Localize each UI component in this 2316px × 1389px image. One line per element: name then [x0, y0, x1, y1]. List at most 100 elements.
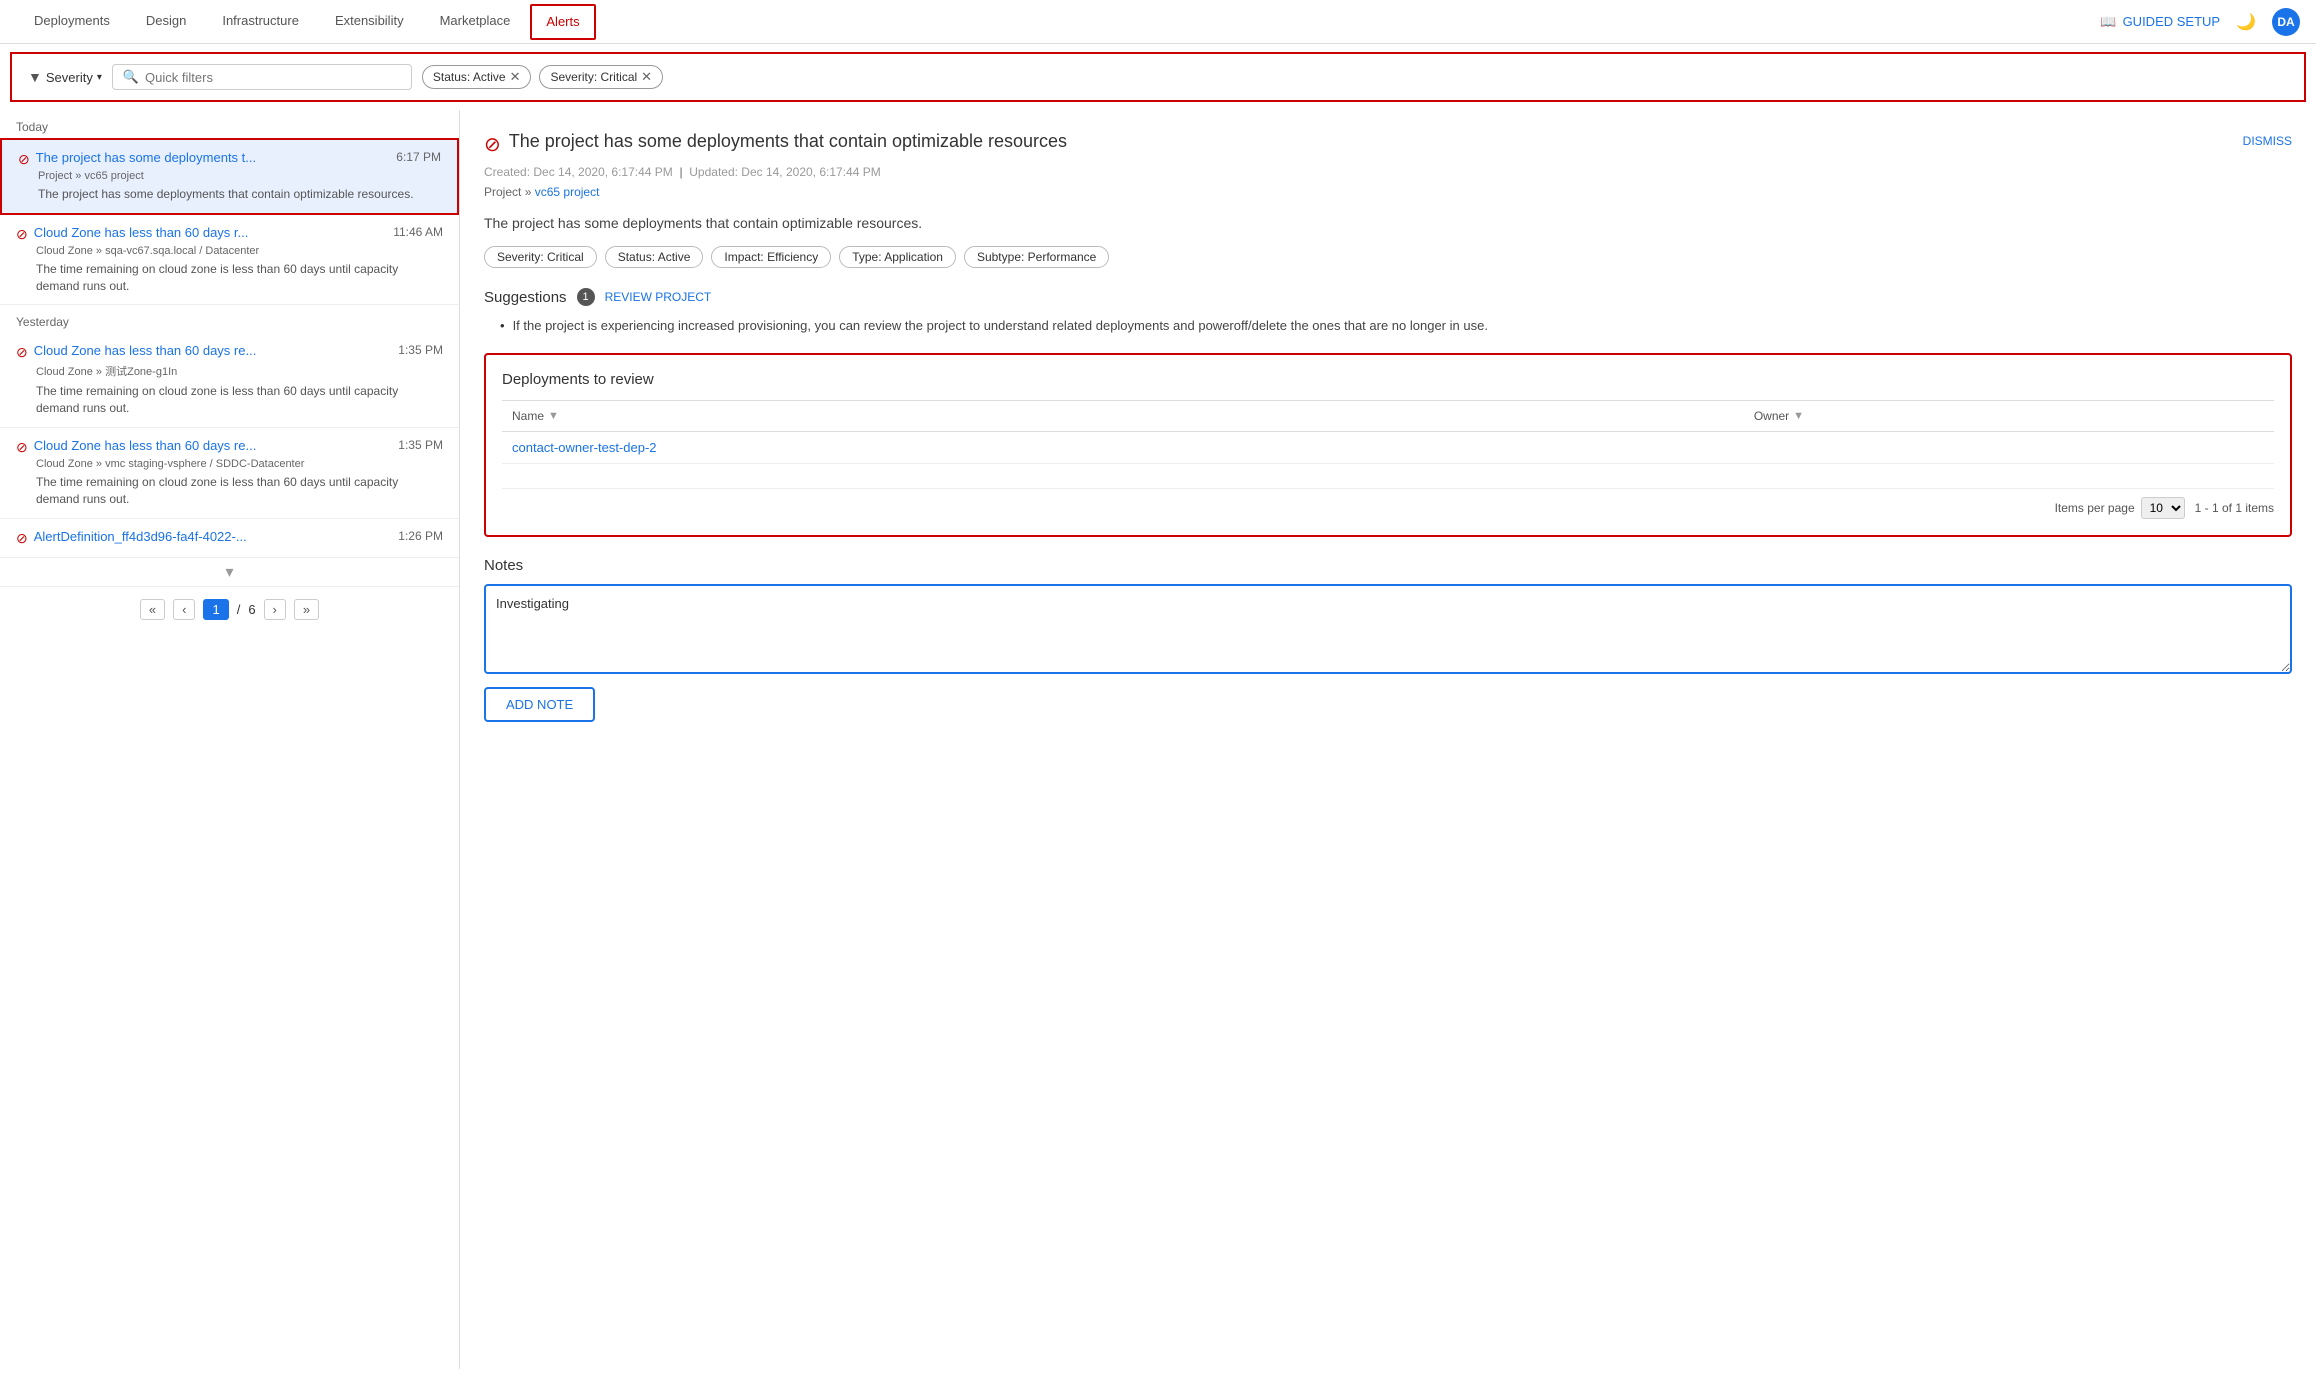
filter-bar: ▼ Severity ▾ 🔍 Status: Active ✕ Severity… — [10, 52, 2306, 102]
add-note-button[interactable]: ADD NOTE — [484, 687, 595, 722]
alert-breadcrumb-1: Project » vc65 project — [38, 170, 441, 182]
severity-filter[interactable]: ▼ Severity ▾ — [28, 69, 102, 85]
notes-textarea[interactable] — [484, 584, 2292, 674]
main-layout: Today ⊘ The project has some deployments… — [0, 110, 2316, 1369]
table-footer: Items per page 10 25 50 1 - 1 of 1 items — [502, 489, 2274, 519]
alert-item-today-1[interactable]: ⊘ The project has some deployments t... … — [0, 138, 459, 215]
alert-time-5: 1:26 PM — [398, 529, 443, 543]
nav-design[interactable]: Design — [128, 0, 204, 44]
tag-type: Type: Application — [839, 246, 956, 268]
review-project-button[interactable]: REVIEW PROJECT — [605, 290, 712, 304]
book-icon: 📖 — [2100, 14, 2116, 30]
alert-time-2: 11:46 AM — [393, 225, 443, 239]
deployment-name-cell: contact-owner-test-dep-2 — [502, 431, 1744, 463]
nav-deployments[interactable]: Deployments — [16, 0, 128, 44]
alert-body-2: The time remaining on cloud zone is less… — [36, 261, 443, 295]
table-row-empty — [502, 463, 2274, 488]
tag-subtype: Subtype: Performance — [964, 246, 1109, 268]
deployments-title: Deployments to review — [502, 371, 2274, 388]
nav-marketplace[interactable]: Marketplace — [422, 0, 529, 44]
suggestions-count: 1 — [577, 288, 595, 306]
deployments-section: Deployments to review Name ▼ Owner — [484, 353, 2292, 537]
filter-icon-owner[interactable]: ▼ — [1793, 410, 1804, 422]
nav-infrastructure[interactable]: Infrastructure — [204, 0, 317, 44]
alert-item-today-2[interactable]: ⊘ Cloud Zone has less than 60 days r... … — [0, 215, 459, 306]
name-column-header: Name ▼ — [502, 400, 1744, 431]
today-label: Today — [0, 110, 459, 138]
scroll-down-indicator: ▾ — [0, 558, 459, 586]
quick-filter-container[interactable]: 🔍 — [112, 64, 412, 90]
critical-icon-4: ⊘ — [16, 439, 28, 456]
per-page-select[interactable]: 10 25 50 — [2141, 497, 2185, 519]
detail-description: The project has some deployments that co… — [484, 213, 2292, 234]
nav-alerts[interactable]: Alerts — [530, 4, 595, 40]
critical-icon-2: ⊘ — [16, 226, 28, 243]
alert-detail-panel: ⊘ The project has some deployments that … — [460, 110, 2316, 1369]
guided-setup-link[interactable]: 📖 GUIDED SETUP — [2100, 14, 2220, 30]
chevron-down-icon: ▾ — [97, 72, 102, 83]
items-per-page: Items per page 10 25 50 — [2055, 497, 2185, 519]
nav-extensibility[interactable]: Extensibility — [317, 0, 422, 44]
search-icon: 🔍 — [123, 69, 139, 85]
page-separator: / — [237, 602, 241, 617]
critical-icon-1: ⊘ — [18, 151, 30, 168]
tag-impact: Impact: Efficiency — [711, 246, 831, 268]
nav-menu: Deployments Design Infrastructure Extens… — [16, 0, 598, 44]
deployment-owner-cell — [1744, 431, 2274, 463]
next-page-button[interactable]: › — [264, 599, 286, 620]
filter-icon: ▼ — [28, 69, 42, 85]
last-page-button[interactable]: » — [294, 599, 319, 620]
pagination: « ‹ 1 / 6 › » — [0, 586, 459, 632]
suggestion-text: If the project is experiencing increased… — [500, 316, 2292, 337]
status-chip[interactable]: Status: Active ✕ — [422, 65, 532, 89]
remove-severity-chip-icon[interactable]: ✕ — [641, 69, 652, 85]
table-header-row: Name ▼ Owner ▼ — [502, 400, 2274, 431]
current-page-button[interactable]: 1 — [203, 599, 228, 620]
detail-title: The project has some deployments that co… — [509, 130, 1067, 153]
filter-icon-name[interactable]: ▼ — [548, 410, 559, 422]
detail-critical-icon: ⊘ — [484, 132, 501, 157]
notes-section: Notes ADD NOTE — [484, 557, 2292, 722]
deployment-link[interactable]: contact-owner-test-dep-2 — [512, 440, 657, 455]
dismiss-button[interactable]: DISMISS — [2243, 134, 2292, 148]
alert-body-1: The project has some deployments that co… — [38, 186, 441, 203]
quick-filter-input[interactable] — [145, 70, 401, 85]
alerts-list-panel: Today ⊘ The project has some deployments… — [0, 110, 460, 1369]
suggestion-bullet: If the project is experiencing increased… — [500, 316, 2292, 337]
alert-title-3: Cloud Zone has less than 60 days re... — [34, 343, 257, 360]
nav-right-section: 📖 GUIDED SETUP 🌙 DA — [2100, 8, 2300, 36]
alert-body-4: The time remaining on cloud zone is less… — [36, 474, 443, 508]
critical-icon-3: ⊘ — [16, 344, 28, 361]
alert-item-yesterday-1[interactable]: ⊘ Cloud Zone has less than 60 days re...… — [0, 333, 459, 428]
severity-label: Severity — [46, 70, 93, 85]
first-page-button[interactable]: « — [140, 599, 165, 620]
alert-title-5: AlertDefinition_ff4d3d96-fa4f-4022-... — [34, 529, 247, 546]
prev-page-button[interactable]: ‹ — [173, 599, 195, 620]
alert-breadcrumb-3: Cloud Zone » 测试Zone-g1In — [36, 363, 443, 379]
pagination-info: 1 - 1 of 1 items — [2195, 501, 2274, 515]
alert-breadcrumb-4: Cloud Zone » vmc staging-vsphere / SDDC-… — [36, 458, 443, 470]
alert-time-1: 6:17 PM — [396, 150, 441, 164]
yesterday-label: Yesterday — [0, 305, 459, 333]
alert-title-4: Cloud Zone has less than 60 days re... — [34, 438, 257, 455]
notes-label: Notes — [484, 557, 2292, 574]
alert-title-2: Cloud Zone has less than 60 days r... — [34, 225, 249, 242]
total-pages: 6 — [248, 602, 255, 617]
filter-chips: Status: Active ✕ Severity: Critical ✕ — [422, 65, 663, 89]
alert-item-yesterday-3[interactable]: ⊘ AlertDefinition_ff4d3d96-fa4f-4022-...… — [0, 519, 459, 558]
alert-time-3: 1:35 PM — [398, 343, 443, 357]
tag-status: Status: Active — [605, 246, 704, 268]
project-link[interactable]: vc65 project — [535, 185, 600, 199]
detail-meta: Created: Dec 14, 2020, 6:17:44 PM | Upda… — [484, 165, 2292, 179]
detail-tags: Severity: Critical Status: Active Impact… — [484, 246, 2292, 268]
severity-chip[interactable]: Severity: Critical ✕ — [539, 65, 663, 89]
avatar[interactable]: DA — [2272, 8, 2300, 36]
theme-toggle-icon[interactable]: 🌙 — [2236, 12, 2256, 32]
remove-status-chip-icon[interactable]: ✕ — [510, 69, 521, 85]
detail-header: ⊘ The project has some deployments that … — [484, 130, 2292, 157]
alert-item-yesterday-2[interactable]: ⊘ Cloud Zone has less than 60 days re...… — [0, 428, 459, 519]
critical-icon-5: ⊘ — [16, 530, 28, 547]
alert-title-1: The project has some deployments t... — [36, 150, 256, 167]
alert-time-4: 1:35 PM — [398, 438, 443, 452]
tag-severity: Severity: Critical — [484, 246, 597, 268]
